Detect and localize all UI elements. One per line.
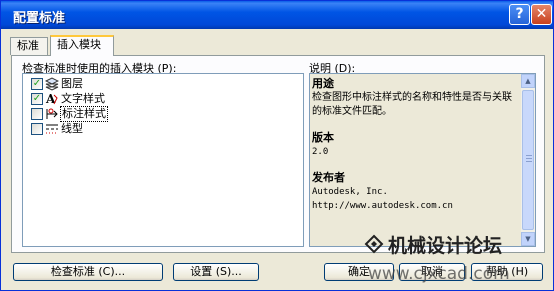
tab-panel: 检查标准时使用的插入模块 (P): 说明 (D): ✓ 图层 ✓ A 文字样式 [11,55,545,253]
configure-standards-dialog: 配置标准 ? ✕ 标准 插入模块 检查标准时使用的插入模块 (P): 说明 (D… [0,0,554,291]
purpose-heading: 用途 [312,77,334,90]
description-scrollbar[interactable]: ▲ ▼ [521,74,535,246]
tab-plugins[interactable]: 插入模块 [50,35,114,56]
site-watermark: 机械设计论坛 www.cjxcad.com [364,234,510,284]
description-box[interactable]: 用途 检查图形中标注样式的名称和特性是否与关联的标准文件匹配。 版本 2.0 发… [309,73,536,247]
text-style-icon: A [45,92,58,106]
text-style-checkbox[interactable]: ✓ [31,93,43,105]
publisher-heading: 发布者 [312,171,345,184]
linetype-checkbox[interactable] [31,123,43,135]
publisher-url: http://www.autodesk.com.cn [312,201,453,211]
list-item-label: 文字样式 [61,92,105,105]
purpose-text: 检查图形中标注样式的名称和特性是否与关联的标准文件匹配。 [312,92,512,117]
publisher-name: Autodesk, Inc. [312,187,388,197]
layers-checkbox[interactable]: ✓ [31,78,43,90]
tab-standards[interactable]: 标准 [10,37,48,55]
close-button[interactable]: ✕ [531,4,552,25]
list-item-label: 图层 [61,77,83,90]
window-title: 配置标准 [13,11,66,26]
list-item-label: 标注样式 [60,106,108,122]
title-bar[interactable]: 配置标准 ? ✕ [1,1,553,29]
scroll-thumb[interactable] [522,90,534,230]
watermark-logo-icon [364,234,384,254]
version-value: 2.0 [312,147,329,157]
dimension-style-checkbox[interactable] [31,108,43,120]
plugin-list[interactable]: ✓ 图层 ✓ A 文字样式 标注样式 线型 [22,73,304,247]
layers-icon [45,77,59,91]
check-standards-button[interactable]: 检查标准 (C)... [13,263,163,281]
help-title-button[interactable]: ? [509,4,530,25]
linetype-icon [46,124,58,134]
scroll-up-icon[interactable]: ▲ [521,74,535,88]
watermark-url: www.cjxcad.com [368,264,510,284]
watermark-cn: 机械设计论坛 [388,234,502,257]
version-heading: 版本 [312,131,334,144]
dimension-style-icon [46,108,58,119]
settings-button[interactable]: 设置 (S)... [173,263,259,281]
description-content: 用途 检查图形中标注样式的名称和特性是否与关联的标准文件匹配。 版本 2.0 发… [312,77,520,213]
list-item-label: 线型 [61,122,83,135]
